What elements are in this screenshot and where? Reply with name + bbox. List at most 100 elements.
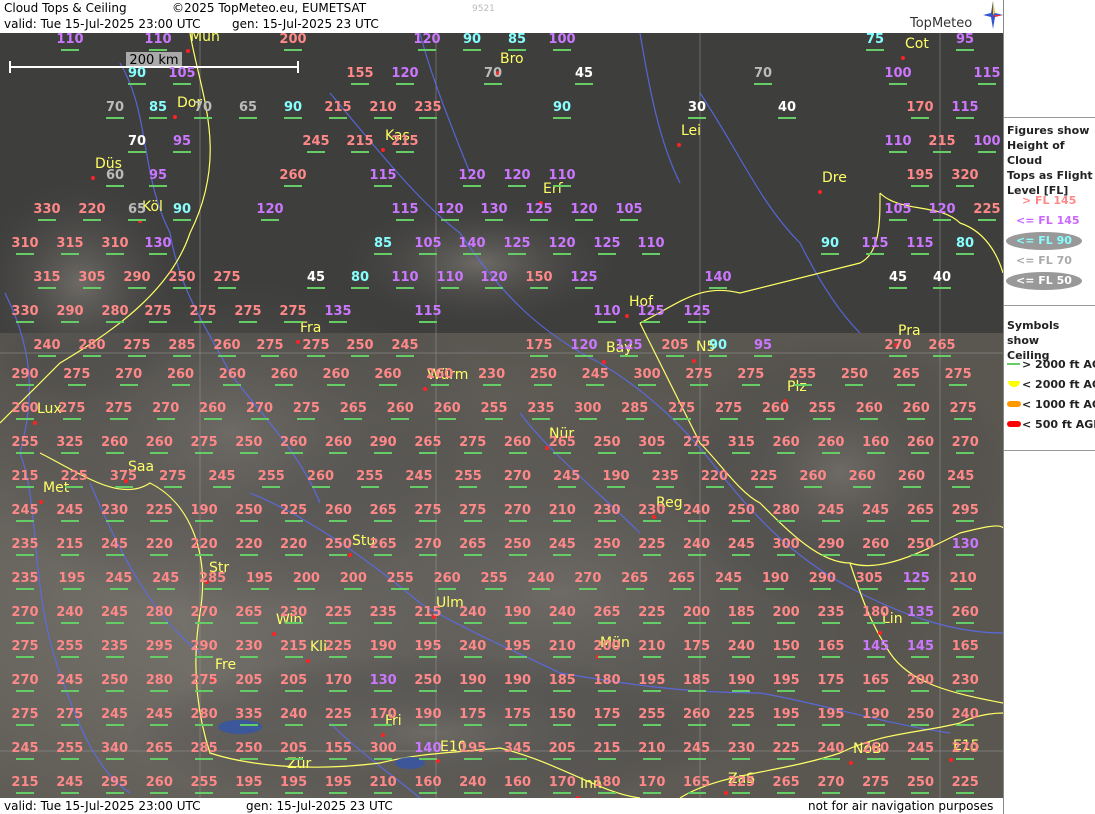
cloud-top-value: 245 (98, 538, 132, 556)
city-label: Cot (905, 36, 929, 52)
cloud-top-value: 250 (724, 504, 758, 522)
cloud-top-value: 270 (8, 674, 42, 692)
cloud-top-value: 215 (590, 742, 624, 760)
cloud-top-value: 85 (141, 101, 175, 119)
cloud-top-value: 245 (388, 339, 422, 357)
cloud-top-value: 240 (680, 504, 714, 522)
cloud-top-value: 45 (299, 271, 333, 289)
cloud-top-value: 145 (903, 640, 937, 658)
cloud-top-value: 200 (590, 640, 624, 658)
cloud-top-value: 195 (903, 169, 937, 187)
cloud-top-value: 285 (187, 742, 221, 760)
cloud-top-value: 265 (545, 436, 579, 454)
city-marker (186, 49, 190, 53)
cloud-top-value: 190 (599, 470, 633, 488)
cloud-top-value: 160 (411, 776, 445, 794)
cloud-top-value: 120 (253, 203, 287, 221)
cloud-top-value: 155 (343, 67, 377, 85)
cloud-top-value: 155 (321, 742, 355, 760)
cloud-top-value: 260 (321, 504, 355, 522)
cloud-top-value: 255 (8, 436, 42, 454)
cloud-top-value: 145 (859, 640, 893, 658)
legend-fl-above-145: > FL 145 (1022, 194, 1077, 207)
cloud-top-value: 190 (501, 606, 535, 624)
cloud-top-value: 225 (970, 203, 1003, 221)
cloud-top-value: 90 (276, 101, 310, 119)
cloud-tops-map[interactable]: 200 km Mün Bro Cot Dor Kas Lei Düs Erf Dre Köl Hof… (0, 33, 1003, 798)
cloud-top-value: 260 (276, 169, 310, 187)
cloud-top-value: 275 (276, 305, 310, 323)
cloud-top-value: 95 (746, 339, 780, 357)
legend-divider (1004, 117, 1095, 118)
cloud-top-value: 265 (336, 402, 370, 420)
cloud-top-value: 245 (8, 504, 42, 522)
cloud-top-value: 300 (769, 538, 803, 556)
cloud-top-value: 250 (232, 504, 266, 522)
city-marker (625, 314, 629, 318)
cloud-top-value: 275 (941, 368, 975, 386)
cloud-top-value: 225 (321, 640, 355, 658)
cloud-top-value: 260 (210, 339, 244, 357)
cloud-top-value: 255 (477, 402, 511, 420)
city-marker (878, 631, 882, 635)
cloud-top-value: 275 (456, 436, 490, 454)
cloud-top-value: 125 (500, 237, 534, 255)
cloud-top-value: 125 (634, 305, 668, 323)
city-label: Pra (898, 323, 921, 339)
city-marker (348, 553, 352, 557)
cloud-top-value: 260 (215, 368, 249, 386)
cloud-top-value: 175 (590, 708, 624, 726)
cloud-top-value: 220 (187, 538, 221, 556)
cloud-top-value: 95 (165, 135, 199, 153)
cloud-top-value: 300 (366, 742, 400, 760)
cloud-top-value: 245 (53, 504, 87, 522)
cloud-top-value: 230 (98, 504, 132, 522)
cloud-top-value: 205 (277, 742, 311, 760)
cloud-top-value: 260 (852, 402, 886, 420)
cloud-top-value: 140 (411, 742, 445, 760)
cloud-top-value: 175 (456, 708, 490, 726)
cloud-top-value: 260 (903, 436, 937, 454)
cloud-top-value: 200 (680, 606, 714, 624)
cloud-top-value: 295 (98, 776, 132, 794)
cloud-top-value: 245 (299, 135, 333, 153)
cloud-top-value: 260 (859, 742, 893, 760)
cloud-top-value: 120 (388, 67, 422, 85)
cloud-top-value: 220 (75, 203, 109, 221)
green-line-icon (1007, 363, 1020, 365)
cloud-top-value: 215 (388, 135, 422, 153)
cloud-top-value: 280 (75, 339, 109, 357)
legend-ceiling-below-1000: < 1000 ft AGL (1004, 396, 1095, 414)
cloud-top-value: 245 (98, 708, 132, 726)
cloud-top-value: 70 (476, 67, 510, 85)
cloud-top-value: 175 (522, 339, 556, 357)
city-marker (901, 56, 905, 60)
cloud-top-value: 270 (571, 572, 605, 590)
disclaimer: not for air navigation purposes (808, 799, 994, 813)
cloud-top-value: 235 (411, 101, 445, 119)
cloud-top-value: 70 (746, 67, 780, 85)
cloud-top-value: 275 (665, 402, 699, 420)
cloud-top-value: 245 (142, 708, 176, 726)
cloud-top-value: 290 (814, 538, 848, 556)
cloud-top-value: 235 (524, 402, 558, 420)
cloud-top-value: 140 (701, 271, 735, 289)
legend-divider (1004, 305, 1095, 306)
cloud-top-value: 185 (545, 674, 579, 692)
cloud-top-value: 275 (8, 640, 42, 658)
cloud-top-value: 205 (277, 674, 311, 692)
cloud-top-value: 190 (724, 674, 758, 692)
cloud-top-value: 260 (142, 436, 176, 454)
cloud-top-value: 245 (102, 572, 136, 590)
cloud-top-value: 270 (112, 368, 146, 386)
cloud-top-value: 110 (881, 135, 915, 153)
cloud-top-value: 120 (545, 237, 579, 255)
cloud-top-value: 45 (567, 67, 601, 85)
cloud-top-value: 260 (948, 606, 982, 624)
cloud-top-value: 195 (232, 776, 266, 794)
city-label: Fra (300, 320, 322, 336)
city-marker (818, 190, 822, 194)
cloud-top-value: 290 (8, 368, 42, 386)
city-marker (692, 359, 696, 363)
cloud-top-value: 225 (635, 606, 669, 624)
